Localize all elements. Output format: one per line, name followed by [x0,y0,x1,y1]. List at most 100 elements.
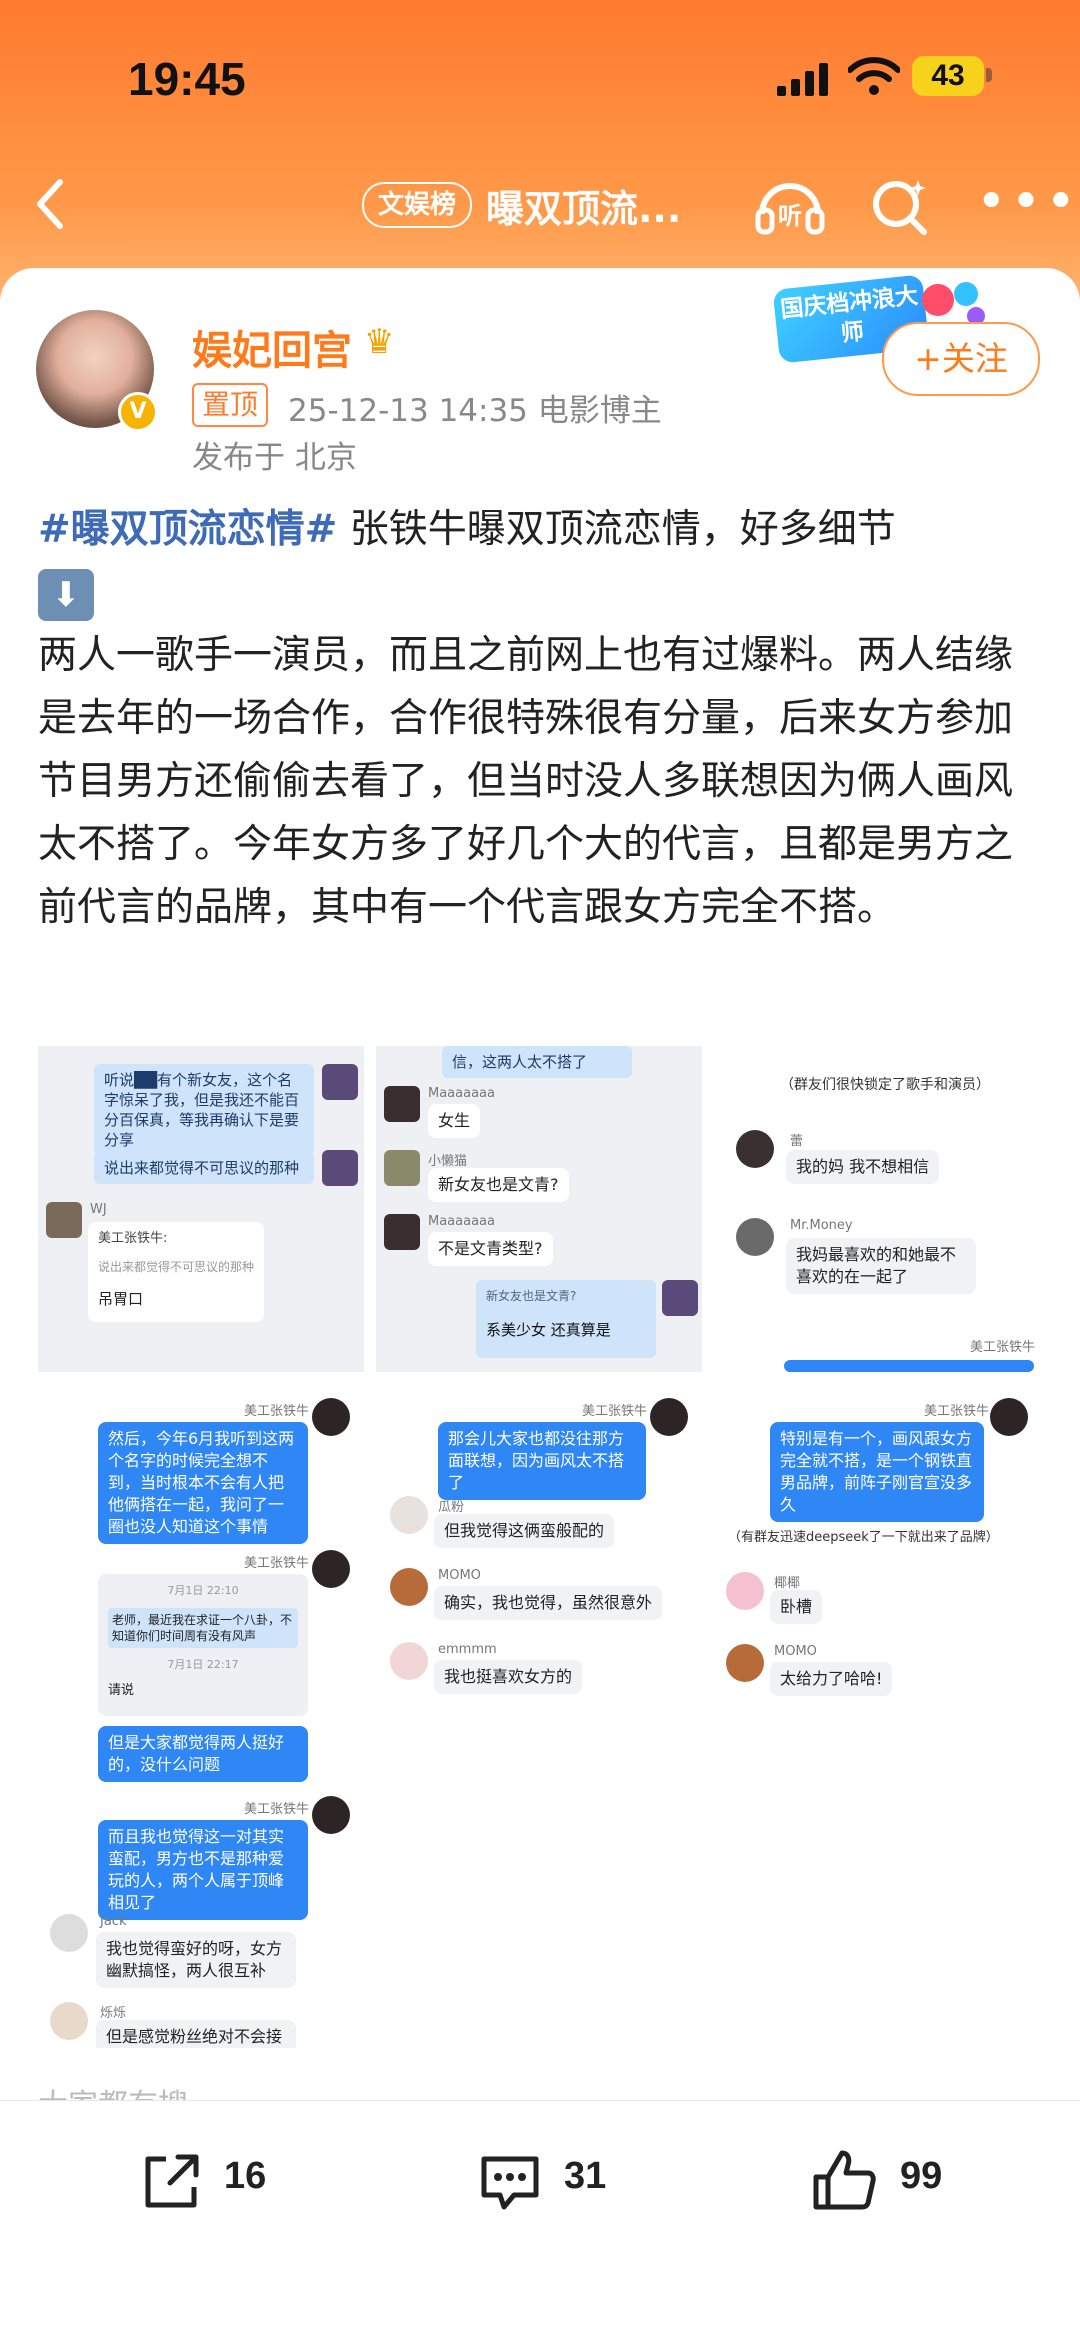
chat-quote: 美工张铁牛: 说出来都觉得不可思议的那种 吊胃口 [88,1222,264,1322]
chat-sender-name: 小懒猫 [428,1154,468,1169]
quote-body: 说出来都觉得不可思议的那种 [98,1260,255,1274]
post-hashtag[interactable]: #曝双顶流恋情# [38,507,337,552]
image-1[interactable]: 听说██有个新女友，这个名字惊呆了我，但是我还不能百分百保真，等我再确认下是要分… [38,1046,364,1372]
chat-sender-name: emmmm [438,1642,497,1657]
chat-reply: 但是感觉粉丝绝对不会接受, [96,2020,296,2048]
chat-avatar [662,1280,698,1316]
chat-sender-name: 美工张铁牛 [244,1802,310,1817]
chat-avatar [990,1398,1028,1436]
crown-icon: ♛ [364,322,395,362]
chat-sender-name: Maaaaaaa [428,1214,495,1229]
chat-bubble: 而且我也觉得这一对其实蛮配，男方也不是那种爱玩的人，两个人属于顶峰相见了 [98,1820,308,1920]
post-meta: 25-12-13 14:35 电影博主 [288,393,662,429]
chat-sender-name: MOMO [438,1568,481,1583]
chat-reply: 卧槽 [770,1590,823,1624]
author-name[interactable]: 娱妃回宫 [192,318,352,376]
forwarded-chat: 7月1日 22:10 老师，最近我在求证一个八卦，不知道你们时间周有没有风声 7… [98,1574,308,1716]
image-7[interactable]: 但是大家都觉得两人挺好的，没什么问题 美工张铁牛 而且我也觉得这一对其实蛮配，男… [38,1718,364,2048]
chat-reply: 女生 [428,1104,481,1138]
chat-reply: 我也觉得蛮好的呀，女方幽默搞怪，两人很互补 [96,1932,296,1988]
chat-bubble: 听说██有个新女友，这个名字惊呆了我，但是我还不能百分百保真，等我再确认下是要分… [94,1064,314,1156]
image-5[interactable]: 美工张铁牛 那会儿大家也都没往那方面联想，因为画风太不搭了 瓜粉 但我觉得这俩蛮… [376,1386,702,1716]
cellular-signal-icon [777,63,828,96]
chat-bubble: 说出来都觉得不可思议的那种 [94,1152,314,1184]
chat-reply: 但我觉得这俩蛮般配的 [434,1514,615,1548]
like-count: 99 [900,2155,943,2197]
chat-reply: 不是文青类型? [428,1232,553,1266]
chat-avatar [390,1642,428,1680]
pinned-badge: 置顶 [192,383,269,427]
chat-bubble: 但是大家都觉得两人挺好的，没什么问题 [98,1726,308,1782]
chat-sender-name: 瓜粉 [438,1500,465,1515]
chat-sender-name: Jack [100,1914,127,1929]
nav-title: 曝双顶流... [486,187,682,231]
share-count: 16 [224,2155,267,2197]
chat-reply: 我也挺喜欢女方的 [434,1660,583,1694]
chat-avatar [322,1150,358,1186]
chat-reply: 我的妈 我不想相信 [786,1150,940,1184]
chat-avatar [384,1086,420,1122]
chat-sender-name: 美工张铁牛 [244,1556,310,1571]
chat-avatar [384,1214,420,1250]
chat-avatar [46,1202,82,1238]
share-icon [145,2154,199,2208]
hot-list-tag[interactable]: 文娱榜 [362,182,473,228]
chat-avatar [736,1218,774,1256]
chat-avatar [50,1914,88,1952]
chat-bubble: 新女友也是文青? 系美少女 还真算是 [476,1280,656,1358]
post-body: 两人一歌手一演员，而且之前网上也有过爆料。两人结缘是去年的一场合作，合作很特殊很… [38,633,1014,930]
comment-icon [481,2156,539,2210]
down-arrow-emoji: ⬇ [38,568,94,621]
chat-reply: 确实，我也觉得，虽然很意外 [434,1586,663,1620]
chat-bubble-text: 系美少女 还真算是 [486,1321,611,1339]
status-bar: 19:45 43 [0,52,1080,112]
comment-count: 31 [564,2155,607,2197]
chat-sender-name: 烁烁 [100,2006,127,2021]
battery-indicator: 43 [912,56,984,96]
image-3[interactable]: （群友们很快锁定了歌手和演员） 蕾 我的妈 我不想相信 Mr.Money 我妈最… [714,1046,1044,1372]
chat-sender-name: 美工张铁牛 [244,1404,310,1419]
chat-avatar [312,1550,350,1588]
chat-avatar [650,1398,688,1436]
action-bar: 16 31 99 [0,2100,1080,2342]
post-text: #曝双顶流恋情# 张铁牛曝双顶流恋情，好多细节 ⬇ 两人一歌手一演员，而且之前网… [38,498,1048,939]
header-background [0,0,1080,300]
share-button[interactable]: 16 [136,2141,296,2221]
post-location: 发布于 北京 [192,440,357,476]
verified-badge-icon: V [118,392,158,432]
chat-bubble: 那会儿大家也都没往那方面联想，因为画风太不搭了 [438,1422,646,1500]
post-headline: 张铁牛曝双顶流恋情，好多细节 [337,507,896,552]
chat-avatar [322,1064,358,1100]
chat-avatar [50,2002,88,2040]
headphones-listen-icon[interactable]: 听 [752,174,828,238]
listen-label: 听 [778,202,802,230]
chat-sender-name: 美工张铁牛 [924,1404,990,1419]
chat-avatar [726,1572,764,1610]
image-4[interactable]: 美工张铁牛 然后，今年6月我听到这两个名字的时候完全想不到，当时根本不会有人把他… [38,1386,364,1716]
chat-avatar [390,1496,428,1534]
chat-avatar [384,1150,420,1186]
quote-title: 美工张铁牛: [98,1231,168,1246]
like-button[interactable]: 99 [808,2141,978,2221]
more-options-icon[interactable]: ••• [976,172,1080,232]
quote-text: 新女友也是文青? [486,1289,577,1303]
chat-avatar [736,1130,774,1168]
back-arrow-icon[interactable] [30,174,70,234]
chat-bubble [784,1360,1034,1372]
battery-tip [986,68,992,82]
wifi-icon [848,57,900,95]
image-6[interactable]: 美工张铁牛 特别是有一个，画风跟女方完全就不搭，是一个钢铁直男品牌，前阵子刚官宣… [714,1386,1044,1716]
forwarded-note: 老师，最近我在求证一个八卦，不知道你们时间周有没有风声 [108,1608,298,1648]
forwarded-reply: 请说 [108,1683,135,1698]
search-icon[interactable] [868,174,932,238]
chat-reply: 我妈最喜欢的和她最不喜欢的在一起了 [786,1238,976,1294]
chat-reply: 太给力了哈哈! [770,1662,893,1696]
comment-button[interactable]: 31 [474,2141,634,2221]
chat-sender-name: Maaaaaaa [428,1086,495,1101]
image-2[interactable]: 信，这两人太不搭了 Maaaaaaa 女生 小懒猫 新女友也是文青? Maaaa… [376,1046,702,1372]
follow-button[interactable]: +关注 [882,322,1040,396]
chat-avatar [726,1644,764,1682]
chat-avatar [312,1796,350,1834]
chat-sender-name: 蕾 [790,1134,804,1149]
chat-bubble: 然后，今年6月我听到这两个名字的时候完全想不到，当时根本不会有人把他俩搭在一起，… [98,1422,308,1544]
